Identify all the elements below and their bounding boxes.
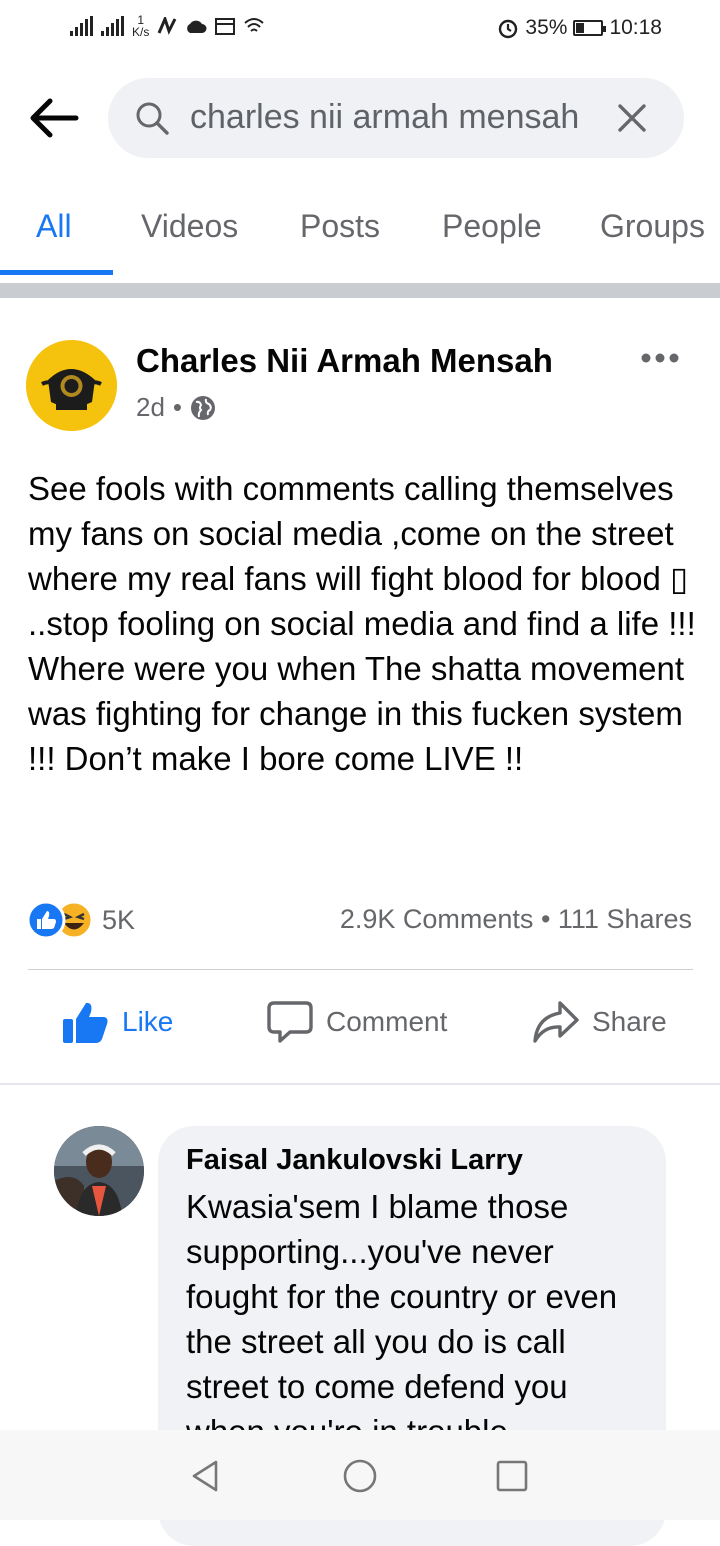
comment-text: Kwasia'sem I blame those supporting...yo…	[186, 1188, 618, 1450]
post-author[interactable]: Charles Nii Armah Mensah	[136, 342, 553, 380]
share-arrow-icon	[533, 1001, 579, 1043]
status-left: 1 K/s	[70, 14, 265, 38]
tab-people[interactable]: People	[442, 208, 542, 245]
share-button[interactable]: Share	[532, 996, 667, 1048]
battery-icon	[573, 20, 607, 36]
post-meta: 2d •	[136, 392, 216, 423]
comment-bubble-icon	[267, 1001, 313, 1043]
crest-logo-icon	[26, 340, 117, 431]
reaction-summary[interactable]: 5K	[26, 900, 135, 940]
actions-divider	[28, 969, 693, 970]
meta-separator: •	[172, 392, 183, 422]
globe-icon	[191, 395, 216, 420]
back-arrow-icon[interactable]	[28, 96, 80, 140]
post-divider	[0, 1083, 720, 1085]
search-tabs: All Videos Posts People Groups	[0, 180, 720, 276]
signal-icon	[70, 16, 93, 36]
cloud-icon	[187, 20, 207, 33]
counts-separator: •	[540, 904, 551, 934]
battery-fill	[576, 23, 585, 33]
tab-posts[interactable]: Posts	[300, 208, 380, 245]
nav-home-icon[interactable]	[342, 1458, 378, 1494]
more-options-icon[interactable]	[640, 352, 680, 364]
thumbs-up-icon	[63, 1002, 108, 1043]
network-speed-unit: K/s	[132, 25, 150, 39]
shares-count[interactable]: 111 Shares	[558, 904, 692, 934]
like-label: Like	[122, 1006, 174, 1037]
status-bar: 1 K/s 35% 10:18	[0, 0, 720, 62]
share-label: Share	[592, 1006, 667, 1037]
signal-icon-2	[101, 16, 124, 36]
commenter-name[interactable]: Faisal Jankulovski Larry	[186, 1144, 523, 1177]
data-icon	[244, 18, 265, 32]
comments-count[interactable]: 2.9K Comments	[340, 904, 534, 934]
tab-videos[interactable]: Videos	[141, 208, 238, 245]
battery-percent: 35%	[525, 16, 568, 39]
commenter-photo	[54, 1126, 144, 1216]
reaction-count: 5K	[102, 904, 136, 935]
clock: 10:18	[609, 16, 662, 39]
nav-back-icon[interactable]	[188, 1458, 224, 1494]
tab-all[interactable]: All	[36, 208, 72, 245]
search-box[interactable]: charles nii armah mensah	[108, 78, 684, 158]
comment-label: Comment	[326, 1006, 448, 1037]
comment-button[interactable]: Comment	[266, 996, 447, 1048]
like-button[interactable]: Like	[62, 996, 173, 1048]
nav-recents-icon[interactable]	[494, 1458, 530, 1494]
search-icon	[136, 102, 169, 135]
commenter-avatar[interactable]	[54, 1126, 144, 1216]
status-right: 35% 10:18	[497, 16, 662, 40]
post-body: See fools with comments calling themselv…	[28, 470, 696, 777]
calendar-icon	[215, 18, 236, 35]
author-avatar[interactable]	[26, 340, 117, 431]
engagement-counts: 2.9K Comments • 111 Shares	[340, 904, 692, 935]
active-tab-indicator	[0, 270, 113, 275]
tab-groups[interactable]: Groups	[600, 208, 705, 245]
network-speed: 1 K/s	[132, 14, 149, 38]
clear-search-icon[interactable]	[616, 102, 648, 134]
nfc-icon	[157, 17, 177, 35]
like-reaction-icon	[26, 900, 66, 940]
section-divider	[0, 283, 720, 298]
system-nav-bar	[0, 1430, 720, 1520]
post-time[interactable]: 2d	[136, 392, 165, 423]
alarm-icon	[499, 19, 518, 39]
search-query[interactable]: charles nii armah mensah	[190, 98, 579, 137]
